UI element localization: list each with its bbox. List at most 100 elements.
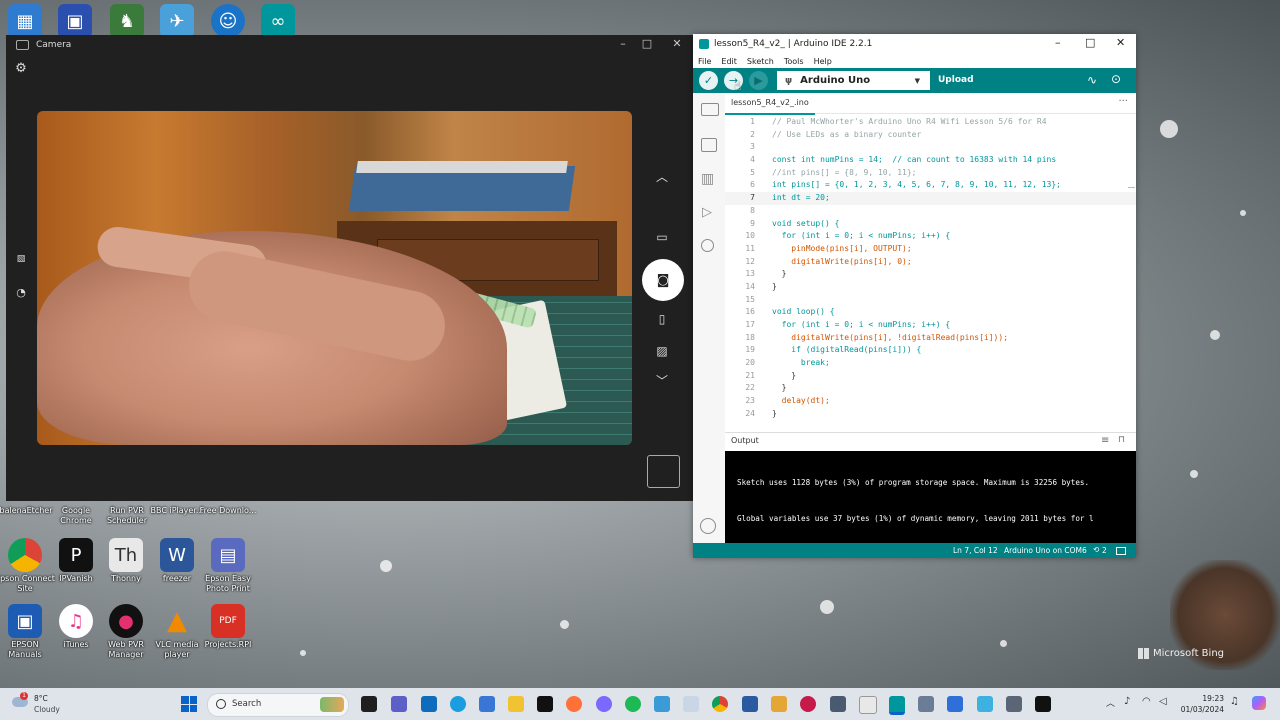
camera-taskbar-icon[interactable]	[1006, 696, 1022, 712]
output-console: Sketch uses 1128 bytes (3%) of program s…	[725, 451, 1136, 545]
notifications-icon[interactable]: ⟲	[1093, 545, 1099, 554]
chevron-up-icon[interactable]: ︿	[652, 168, 672, 185]
task-view-icon[interactable]	[361, 696, 377, 712]
snip-icon[interactable]	[977, 696, 993, 712]
code-line: 6 int pins[] = {0, 1, 2, 3, 4, 5, 6, 7, 8…	[725, 179, 1136, 192]
minimize-button[interactable]: –	[614, 37, 632, 50]
code-editor[interactable]: 1 // Paul McWhorter's Arduino Uno R4 Wifi…	[725, 115, 1136, 425]
clock[interactable]: 19:23 01/03/2024	[1180, 693, 1224, 715]
remote-icon[interactable]	[947, 696, 963, 712]
maximize-button[interactable]: □	[1085, 36, 1095, 49]
powershell-icon[interactable]	[742, 696, 758, 712]
document-mode-icon[interactable]: ▯	[652, 312, 672, 326]
editor-scrollbar[interactable]	[1128, 187, 1135, 188]
menu-tools[interactable]: Tools	[784, 57, 804, 66]
tab-sketch[interactable]: lesson5_R4_v2_.ino	[725, 93, 815, 115]
wifi-icon[interactable]: ◠	[1142, 696, 1151, 707]
close-button[interactable]: ✕	[668, 37, 686, 50]
debug-sidebar-icon[interactable]: ▷	[702, 205, 712, 220]
board-manager-icon[interactable]	[701, 138, 717, 152]
code-text: }	[772, 408, 777, 418]
copilot-tray-icon[interactable]	[1252, 696, 1266, 710]
terminal-icon[interactable]	[1035, 696, 1051, 712]
lock-icon[interactable]: ⊓	[1118, 435, 1125, 445]
whiteboard-mode-icon[interactable]: ▨	[652, 344, 672, 358]
calculator-icon[interactable]	[918, 696, 934, 712]
taskbar-search-box[interactable]: Search	[207, 693, 349, 717]
board-selector[interactable]: ψ Arduino Uno ▼	[777, 71, 930, 90]
camera-preview	[37, 111, 632, 445]
pvr-icon[interactable]	[537, 696, 553, 712]
menu-edit[interactable]: Edit	[721, 57, 737, 66]
teams-icon[interactable]	[391, 696, 407, 712]
folder-icon[interactable]	[701, 103, 719, 116]
minimize-button[interactable]: –	[1055, 36, 1061, 49]
app-icon[interactable]	[654, 696, 670, 712]
volume-icon[interactable]: ◁	[1159, 696, 1167, 707]
serial-monitor-icon[interactable]: ⊙	[1111, 72, 1121, 86]
clear-output-icon[interactable]: ≡	[1101, 435, 1109, 446]
code-line: 4 const int numPins = 14; // can count to…	[725, 154, 1136, 167]
code-text: // Paul McWhorter's Arduino Uno R4 Wifi …	[772, 117, 1047, 126]
code-line: 1 // Paul McWhorter's Arduino Uno R4 Wifi…	[725, 116, 1136, 129]
start-button[interactable]	[181, 696, 197, 712]
firefox-icon[interactable]	[566, 696, 582, 712]
line-number: 22	[745, 383, 755, 393]
debug-button[interactable]: ▶	[749, 71, 768, 90]
video-mode-icon[interactable]: ▭	[652, 230, 672, 244]
desktop-icon-epson-photo[interactable]: ▤ Epson Easy Photo Print	[197, 538, 259, 594]
search-icon[interactable]	[701, 239, 714, 252]
profile-icon[interactable]	[700, 518, 716, 534]
close-button[interactable]: ✕	[1116, 36, 1125, 49]
show-hidden-icons[interactable]: ︿	[1106, 696, 1115, 709]
code-text: }	[772, 269, 787, 279]
microphone-icon[interactable]: ♪	[1124, 696, 1130, 707]
notification-bell-icon[interactable]: ♫	[1230, 696, 1239, 707]
output-toggle-icon[interactable]	[1116, 547, 1126, 555]
thonny-icon[interactable]	[859, 696, 877, 714]
media-icon[interactable]	[771, 696, 787, 712]
weather-widget[interactable]: 1 8°C Cloudy	[10, 691, 70, 717]
edge-icon[interactable]	[450, 696, 466, 712]
search-icon	[216, 699, 226, 709]
menu-help[interactable]: Help	[814, 57, 832, 66]
notepad-icon[interactable]	[683, 696, 699, 712]
chrome-icon[interactable]	[712, 696, 728, 712]
ide-titlebar: lesson5_R4_v2_ | Arduino IDE 2.2.1 – □ ✕	[693, 34, 1136, 54]
editor-tabs: lesson5_R4_v2_.ino ···	[725, 93, 1136, 115]
maximize-button[interactable]: □	[638, 37, 656, 50]
menu-sketch[interactable]: Sketch	[747, 57, 774, 66]
icon-label: Free Downlo...	[199, 506, 257, 515]
serial-plotter-icon[interactable]: ∿	[1087, 73, 1097, 87]
file-explorer-icon[interactable]	[508, 696, 524, 712]
verify-button[interactable]: ✓	[699, 71, 718, 90]
hdr-off-icon[interactable]: ▧	[11, 254, 31, 264]
library-icon[interactable]: ▥	[701, 171, 714, 187]
timer-off-icon[interactable]: ◔	[11, 286, 31, 299]
store-icon[interactable]	[479, 696, 495, 712]
bing-watermark: Microsoft Bing	[1138, 648, 1224, 659]
raspberry-pi-icon[interactable]	[800, 696, 816, 712]
output-line: Global variables use 37 bytes (1%) of dy…	[737, 514, 1094, 523]
arduino-taskbar-icon[interactable]	[889, 696, 905, 715]
code-line: 12 digitalWrite(pins[i], 0);	[725, 256, 1136, 269]
copilot-icon[interactable]	[596, 696, 612, 712]
mail-icon[interactable]	[421, 696, 437, 712]
code-line: 17 for (int i = 0; i < numPins; i++) {	[725, 319, 1136, 332]
network-app-icon[interactable]	[830, 696, 846, 712]
gear-icon[interactable]: ⚙	[11, 61, 31, 76]
board-port-status[interactable]: Arduino Uno on COM6	[1004, 546, 1087, 555]
take-photo-button[interactable]: ◙	[642, 259, 684, 301]
gallery-thumbnail[interactable]	[647, 455, 680, 488]
code-line: 7 int dt = 20;	[725, 192, 1136, 205]
line-number: 11	[745, 243, 755, 253]
chevron-down-icon[interactable]: ﹀	[652, 372, 672, 389]
more-options-icon[interactable]: ···	[1118, 96, 1128, 107]
menu-file[interactable]: File	[698, 57, 711, 66]
ide-title: lesson5_R4_v2_ | Arduino IDE 2.2.1	[714, 39, 873, 49]
desktop-icon-projects-pdf[interactable]: PDF Projects.RPI	[197, 604, 259, 650]
line-number: 24	[745, 408, 755, 418]
spotify-icon[interactable]	[625, 696, 641, 712]
line-number: 18	[745, 332, 755, 342]
code-line: 8	[725, 205, 1136, 218]
